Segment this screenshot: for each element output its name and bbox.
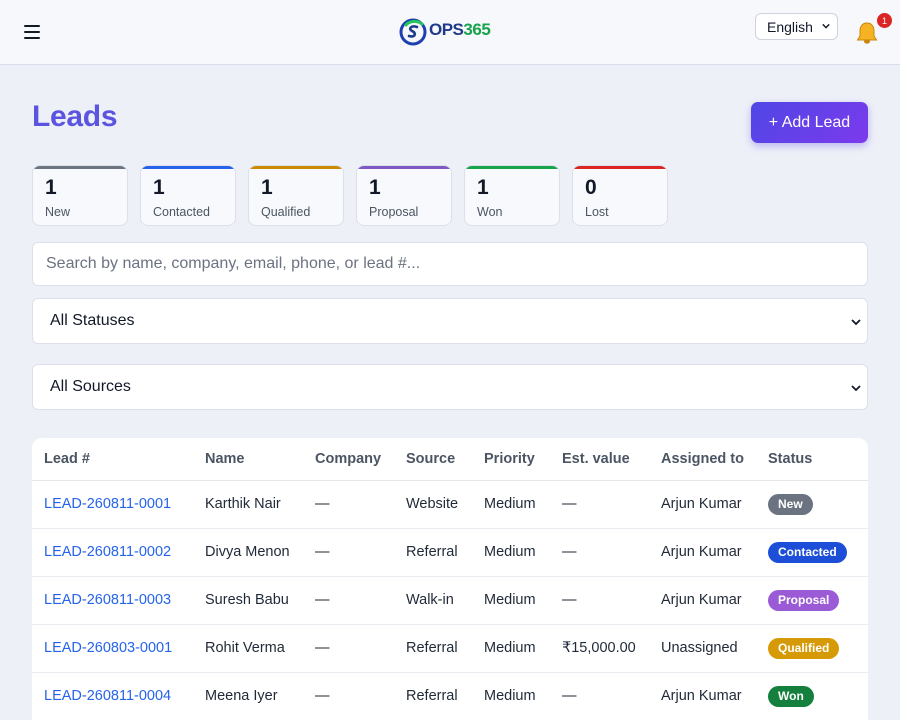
source-filter-value: All Sources: [50, 378, 131, 395]
col-header-assigned[interactable]: Assigned to: [649, 438, 756, 481]
source-filter-select[interactable]: All Sources: [32, 364, 868, 410]
status-badge: Won: [768, 685, 814, 707]
lead-source: Walk-in: [394, 576, 472, 625]
chevron-down-icon: [851, 385, 861, 392]
stat-card-contacted[interactable]: 1 Contacted: [140, 165, 236, 226]
page-title: Leads: [32, 100, 118, 133]
stat-card-new[interactable]: 1 New: [32, 165, 128, 226]
lead-company: —: [303, 480, 394, 529]
lead-priority: Medium: [472, 528, 550, 577]
status-badge: Qualified: [768, 637, 840, 659]
lead-name: Divya Menon: [193, 528, 303, 577]
table-row[interactable]: LEAD-260803-0001 Rohit Verma — Referral …: [32, 624, 868, 673]
table-row[interactable]: LEAD-260811-0004 Meena Iyer — Referral M…: [32, 672, 868, 720]
lead-link[interactable]: LEAD-260811-0001: [44, 496, 171, 512]
status-filter-select[interactable]: All Statuses: [32, 298, 868, 344]
lead-link[interactable]: LEAD-260811-0002: [44, 544, 171, 560]
lead-priority: Medium: [472, 624, 550, 673]
col-header-est-value[interactable]: Est. value: [550, 438, 649, 481]
stat-label: Proposal: [369, 205, 419, 219]
lead-est-value: —: [550, 528, 649, 577]
lead-company: —: [303, 528, 394, 577]
lead-assigned: Arjun Kumar: [649, 672, 756, 720]
stat-value: 1: [477, 176, 489, 199]
lead-assigned: Unassigned: [649, 624, 756, 673]
notification-badge: 1: [877, 13, 892, 28]
lead-priority: Medium: [472, 576, 550, 625]
table-header-row: Lead # Name Company Source Priority Est.…: [32, 438, 868, 481]
status-badge: Proposal: [768, 589, 840, 611]
stat-label: Won: [477, 205, 503, 219]
stat-value: 1: [369, 176, 381, 199]
lead-est-value: ₹15,000.00: [550, 624, 649, 673]
status-summary: 1 New 1 Contacted 1 Qualified 1 Proposal…: [32, 165, 680, 226]
lead-assigned: Arjun Kumar: [649, 576, 756, 625]
lead-est-value: —: [550, 672, 649, 720]
lead-name: Meena Iyer: [193, 672, 303, 720]
lead-name: Suresh Babu: [193, 576, 303, 625]
lead-source: Referral: [394, 672, 472, 720]
search-input[interactable]: Search by name, company, email, phone, o…: [32, 242, 868, 286]
lead-company: —: [303, 624, 394, 673]
stat-value: 1: [45, 176, 57, 199]
top-bar: OPS365 English 1: [0, 0, 900, 65]
col-header-source[interactable]: Source: [394, 438, 472, 481]
search-placeholder: Search by name, company, email, phone, o…: [46, 255, 421, 272]
chevron-down-icon: [822, 23, 830, 29]
lead-priority: Medium: [472, 672, 550, 720]
lead-link[interactable]: LEAD-260803-0001: [44, 640, 172, 656]
add-lead-button[interactable]: + Add Lead: [751, 102, 868, 143]
table-row[interactable]: LEAD-260811-0003 Suresh Babu — Walk-in M…: [32, 576, 868, 625]
lead-priority: Medium: [472, 480, 550, 529]
stat-value: 1: [153, 176, 165, 199]
lead-source: Referral: [394, 528, 472, 577]
chevron-down-icon: [851, 319, 861, 326]
col-header-lead[interactable]: Lead #: [32, 438, 193, 481]
logo-mark-icon: [399, 18, 427, 46]
lead-link[interactable]: LEAD-260811-0004: [44, 688, 171, 704]
col-header-status[interactable]: Status: [756, 438, 868, 481]
leads-table: Lead # Name Company Source Priority Est.…: [32, 438, 868, 720]
lead-company: —: [303, 672, 394, 720]
lead-assigned: Arjun Kumar: [649, 528, 756, 577]
stat-card-won[interactable]: 1 Won: [464, 165, 560, 226]
language-select[interactable]: English: [755, 13, 838, 40]
lead-est-value: —: [550, 576, 649, 625]
table-row[interactable]: LEAD-260811-0002 Divya Menon — Referral …: [32, 528, 868, 577]
lead-est-value: —: [550, 480, 649, 529]
table-row[interactable]: LEAD-260811-0001 Karthik Nair — Website …: [32, 480, 868, 529]
stat-value: 0: [585, 176, 597, 199]
lead-source: Website: [394, 480, 472, 529]
leads-table-card: Lead # Name Company Source Priority Est.…: [32, 438, 868, 720]
status-filter-value: All Statuses: [50, 312, 135, 329]
lead-name: Karthik Nair: [193, 480, 303, 529]
stat-label: New: [45, 205, 71, 219]
stat-label: Qualified: [261, 205, 311, 219]
lead-company: —: [303, 576, 394, 625]
bell-icon[interactable]: [856, 21, 878, 45]
stat-card-lost[interactable]: 0 Lost: [572, 165, 668, 226]
col-header-name[interactable]: Name: [193, 438, 303, 481]
stat-value: 1: [261, 176, 273, 199]
lead-name: Rohit Verma: [193, 624, 303, 673]
stat-card-proposal[interactable]: 1 Proposal: [356, 165, 452, 226]
lead-source: Referral: [394, 624, 472, 673]
status-badge: New: [768, 493, 813, 515]
stat-label: Lost: [585, 205, 609, 219]
status-badge: Contacted: [768, 541, 847, 563]
stat-label: Contacted: [153, 205, 210, 219]
lead-assigned: Arjun Kumar: [649, 480, 756, 529]
lead-link[interactable]: LEAD-260811-0003: [44, 592, 171, 608]
language-value: English: [767, 18, 813, 35]
logo-text: OPS365: [429, 19, 491, 39]
hamburger-icon[interactable]: [24, 25, 40, 39]
stat-card-qualified[interactable]: 1 Qualified: [248, 165, 344, 226]
col-header-company[interactable]: Company: [303, 438, 394, 481]
ops365-logo[interactable]: OPS365: [399, 17, 491, 47]
col-header-priority[interactable]: Priority: [472, 438, 550, 481]
